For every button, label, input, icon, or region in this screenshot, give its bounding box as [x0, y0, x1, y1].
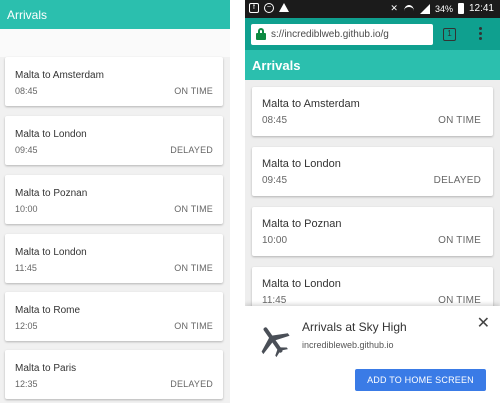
- page-title: Arrivals: [7, 8, 48, 22]
- notification-icons: f ~: [249, 3, 289, 13]
- flight-card[interactable]: Malta to London 09:45 DELAYED: [252, 147, 493, 196]
- flight-status: ON TIME: [174, 263, 213, 273]
- add-to-home-banner: Arrivals at Sky High incredibleweb.githu…: [245, 306, 500, 403]
- flight-route: Malta to Rome: [15, 305, 81, 316]
- flight-status: DELAYED: [170, 379, 213, 389]
- flight-status: ON TIME: [174, 86, 213, 96]
- flight-route: Malta to Poznan: [262, 218, 342, 230]
- right-screen: f ~ ✕ 34% 12:41 s://incrediblweb.github.…: [245, 0, 500, 403]
- flight-route: Malta to London: [15, 129, 87, 140]
- flight-card[interactable]: Malta to London 09:45 DELAYED: [5, 116, 223, 165]
- flight-time: 12:05: [15, 321, 38, 331]
- wifi-icon: [403, 4, 415, 14]
- flight-route: Malta to Poznan: [15, 188, 88, 199]
- banner-title: Arrivals at Sky High: [302, 320, 407, 334]
- warning-icon: [279, 3, 289, 12]
- flight-time: 09:45: [15, 145, 38, 155]
- notification-f-icon: f: [249, 3, 259, 13]
- flight-status: ON TIME: [438, 115, 481, 126]
- flight-status: ON TIME: [174, 204, 213, 214]
- flight-card[interactable]: Malta to Poznan 10:00 ON TIME: [5, 175, 223, 224]
- flight-route: Malta to Paris: [15, 363, 77, 374]
- system-status-bar: f ~ ✕ 34% 12:41: [245, 0, 500, 18]
- flight-time: 08:45: [15, 86, 38, 96]
- flight-card[interactable]: Malta to Rome 12:05 ON TIME: [5, 292, 223, 341]
- messenger-icon: ~: [264, 3, 274, 13]
- flight-route: Malta to London: [262, 278, 341, 290]
- battery-icon: [457, 3, 464, 14]
- flight-status: DELAYED: [170, 145, 213, 155]
- flight-time: 12:35: [15, 379, 38, 389]
- banner-origin: incredibleweb.github.io: [302, 340, 394, 350]
- flight-time: 10:00: [15, 204, 38, 214]
- flight-time: 08:45: [262, 115, 288, 126]
- flight-card[interactable]: Malta to Amsterdam 08:45 ON TIME: [5, 57, 223, 106]
- close-icon[interactable]: ✕: [477, 316, 490, 332]
- mute-icon: ✕: [390, 3, 398, 13]
- left-screen: Arrivals Malta to Amsterdam 08:45 ON TIM…: [0, 0, 230, 403]
- app-header: Arrivals: [245, 50, 500, 80]
- flight-status: DELAYED: [433, 175, 481, 186]
- app-header: Arrivals: [0, 0, 230, 29]
- flight-card[interactable]: Malta to Paris 12:35 DELAYED: [5, 350, 223, 399]
- flight-status: ON TIME: [438, 295, 481, 306]
- battery-percent: 34%: [434, 3, 453, 14]
- flight-time: 11:45: [262, 295, 287, 306]
- browser-toolbar: s://incrediblweb.github.io/g 1: [245, 18, 500, 50]
- flight-card[interactable]: Malta to Amsterdam 08:45 ON TIME: [252, 87, 493, 136]
- flight-time: 09:45: [262, 175, 288, 186]
- add-to-home-button[interactable]: ADD TO HOME SCREEN: [355, 369, 486, 391]
- airplane-icon: [261, 327, 290, 358]
- flight-time: 10:00: [262, 235, 288, 246]
- flight-route: Malta to Amsterdam: [262, 98, 360, 110]
- screenshot-comparison: Arrivals Malta to Amsterdam 08:45 ON TIM…: [0, 0, 500, 403]
- flight-status: ON TIME: [438, 235, 481, 246]
- flight-route: Malta to Amsterdam: [15, 70, 104, 81]
- url-text: s://incrediblweb.github.io/g: [271, 29, 389, 40]
- url-bar[interactable]: s://incrediblweb.github.io/g: [251, 24, 433, 45]
- signal-icon: [419, 3, 430, 14]
- tab-switcher-button[interactable]: 1: [443, 28, 456, 41]
- page-title: Arrivals: [252, 58, 301, 73]
- flight-route: Malta to London: [15, 247, 87, 258]
- flight-card[interactable]: Malta to Poznan 10:00 ON TIME: [252, 207, 493, 256]
- clock: 12:41: [468, 3, 494, 14]
- lock-icon: [256, 28, 266, 40]
- flight-status: ON TIME: [174, 321, 213, 331]
- flight-route: Malta to London: [262, 158, 341, 170]
- flight-card[interactable]: Malta to London 11:45 ON TIME: [5, 234, 223, 283]
- overflow-menu-icon[interactable]: [479, 27, 483, 43]
- header-spacer: [0, 29, 230, 57]
- system-indicators: ✕ 34% 12:41: [390, 3, 494, 14]
- flight-time: 11:45: [15, 263, 37, 273]
